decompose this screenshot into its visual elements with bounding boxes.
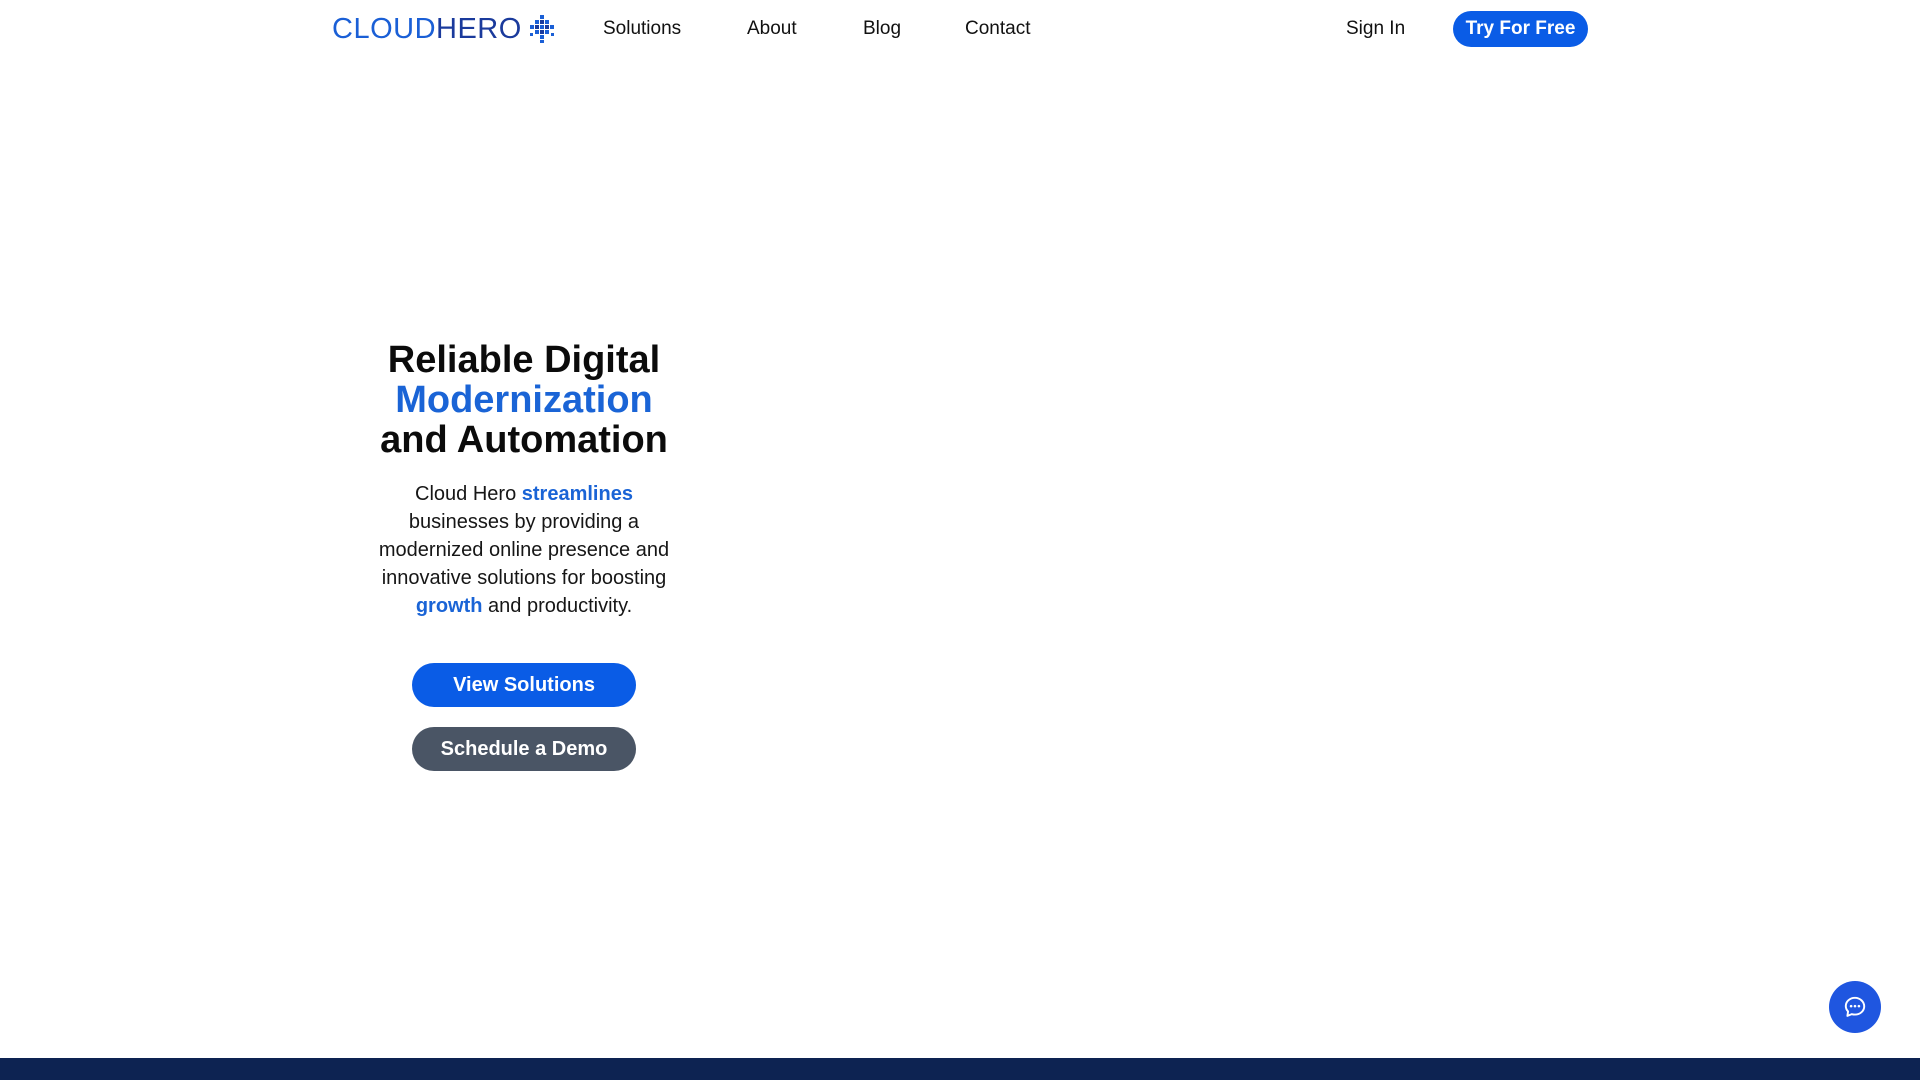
hero-title-line-2: Modernization [395,379,653,421]
hero-title-line-3: and Automation [380,419,668,461]
site-header: CLOUDHERO Solutions About Blog Contact S… [0,0,1920,58]
hero-title-line-1: Reliable Digital [387,339,661,381]
hero-description: Cloud Hero streamlines businesses by pro… [356,480,692,620]
logo-text-hero: HERO [436,12,522,45]
desc-highlight-growth: growth [415,595,483,617]
chat-button[interactable] [1829,981,1881,1033]
chat-bubble-icon [1844,996,1866,1017]
view-solutions-button[interactable]: View Solutions [412,663,636,707]
desc-suffix: and productivity. [482,595,633,617]
page: CLOUDHERO Solutions About Blog Contact S… [0,0,1920,1080]
desc-prefix: Cloud Hero [415,483,522,505]
desc-middle: businesses by providing a modernized onl… [378,511,670,589]
hero-title: Reliable Digital Modernization and Autom… [356,340,692,460]
nav-link-contact[interactable]: Contact [965,17,1030,41]
brand-logo[interactable]: CLOUDHERO [332,11,558,47]
hero-section: Reliable Digital Modernization and Autom… [356,340,692,620]
footer-bar [0,1058,1920,1080]
sign-in-link[interactable]: Sign In [1346,17,1405,41]
nav-link-about[interactable]: About [747,17,797,41]
logo-text-cloud: CLOUD [332,12,437,45]
nav-link-solutions[interactable]: Solutions [603,17,681,41]
nav-link-blog[interactable]: Blog [863,17,901,41]
desc-highlight-streamlines: streamlines [521,483,633,505]
try-for-free-button[interactable]: Try For Free [1453,11,1588,47]
diamond-grid-icon [529,15,554,43]
schedule-demo-button[interactable]: Schedule a Demo [412,727,636,771]
logo-text: CLOUDHERO [332,12,522,45]
